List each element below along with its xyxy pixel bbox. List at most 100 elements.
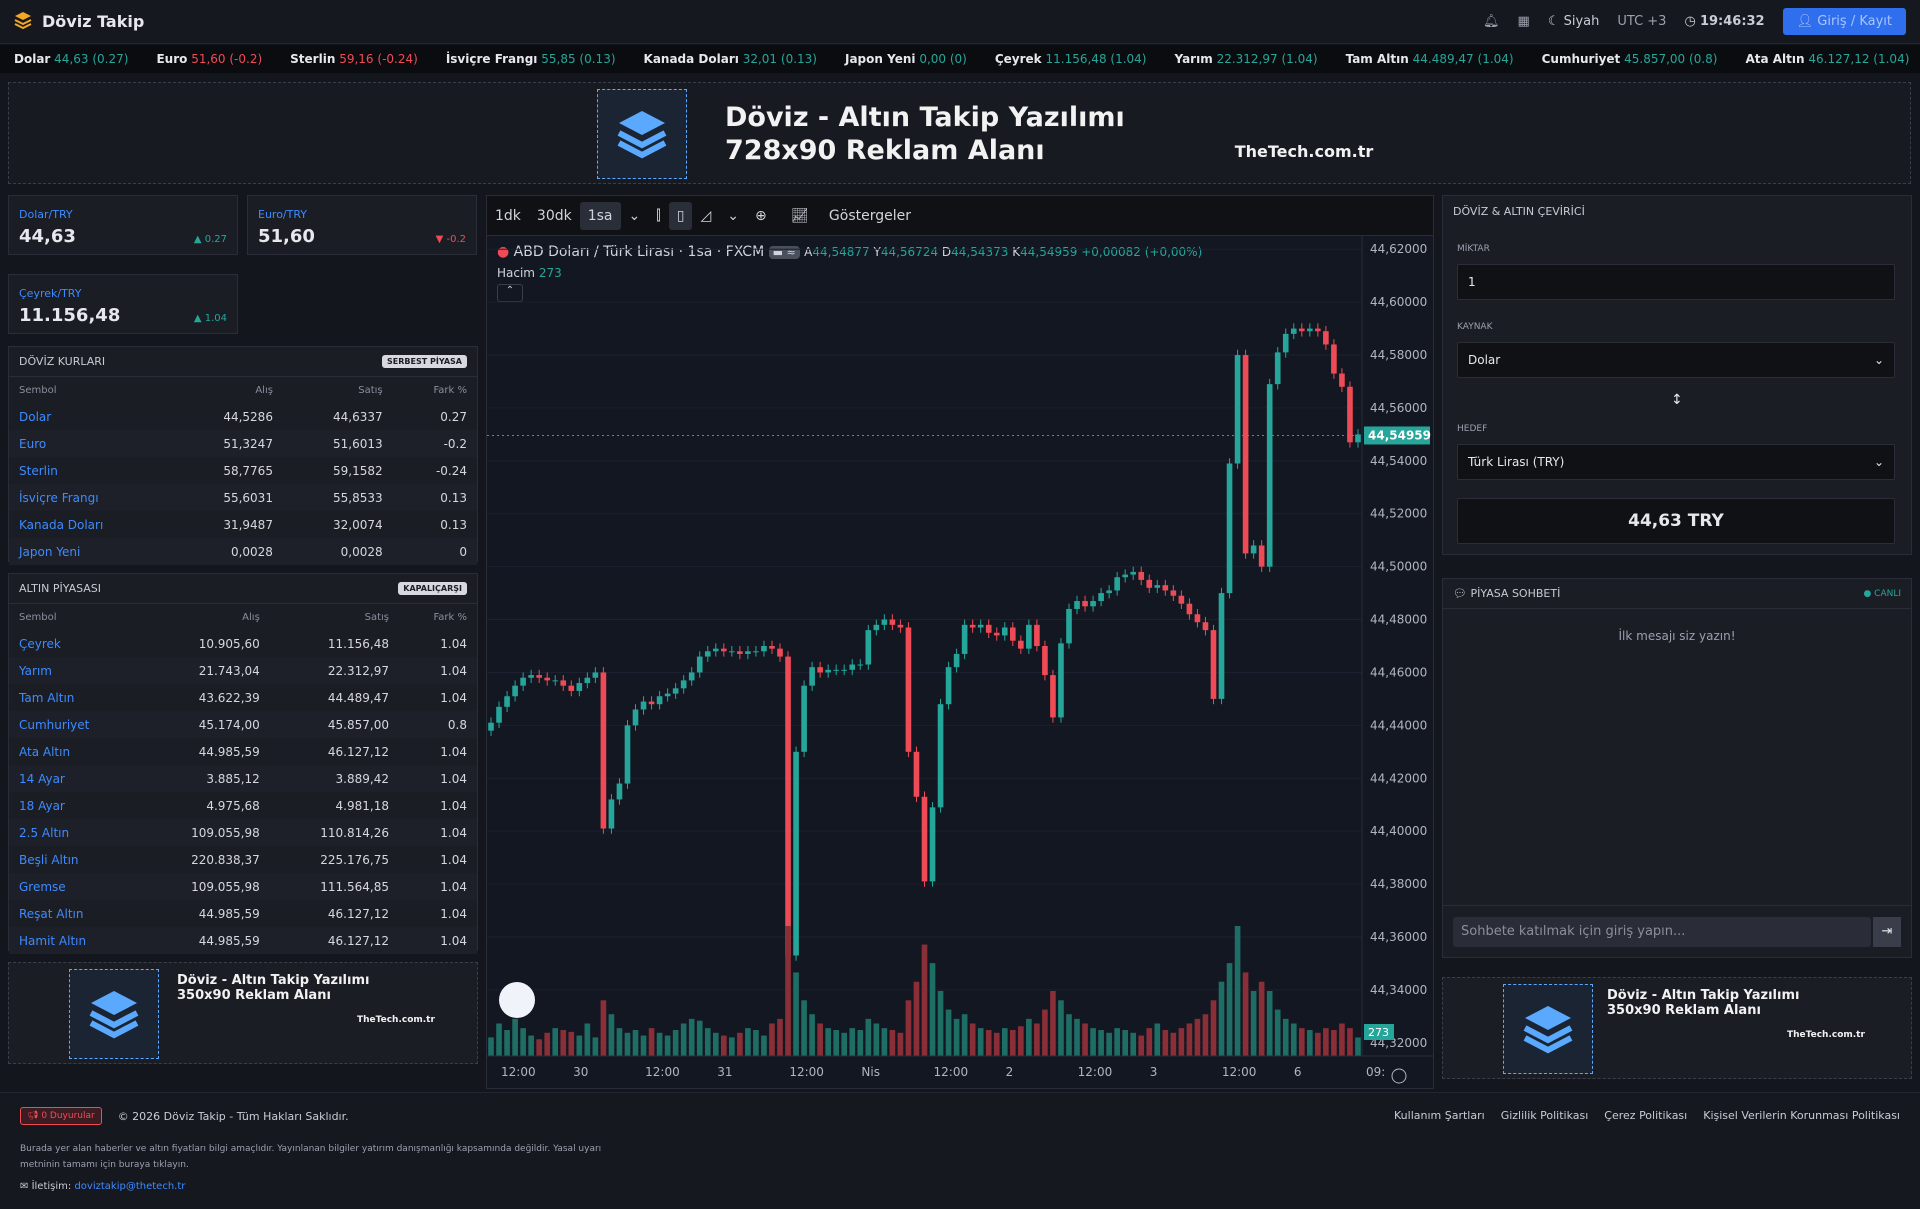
login-arrow-icon[interactable]: ⇥: [1873, 916, 1901, 947]
candle-body: [865, 630, 872, 665]
price-chart-widget[interactable]: 1dk 30dk 1sa ⌄ ⫿ ▯ ◿ ⌄ ⊕ 📈︎ Göstergeler …: [486, 195, 1434, 1089]
ticker-item[interactable]: Euro 51,60 (-0.2): [156, 52, 262, 66]
top-ad-banner[interactable]: Döviz - Altın Takip Yazılımı 728x90 Rekl…: [8, 82, 1911, 184]
tradingview-logo-icon[interactable]: [499, 982, 535, 1018]
contact-email[interactable]: doviztakip@thetech.tr: [74, 1181, 185, 1192]
table-row[interactable]: Beşli Altın 220.838,37 225.176,75 1.04: [9, 846, 477, 873]
disclaimer[interactable]: Burada yer alan haberler ve altın fiyatl…: [20, 1141, 601, 1173]
table-row[interactable]: Yarım 21.743,04 22.312,97 1.04: [9, 657, 477, 684]
right-ad-banner[interactable]: Döviz - Altın Takip Yazılımı 350x90 Rekl…: [1442, 977, 1912, 1079]
login-button[interactable]: 👤︎ Giriş / Kayıt: [1782, 8, 1906, 35]
swap-icon[interactable]: ↕: [1671, 392, 1683, 408]
target-select[interactable]: Türk Lirası (TRY) ⌄: [1457, 444, 1895, 480]
ticker-item[interactable]: Japon Yeni 0,00 (0): [845, 52, 967, 66]
chat-input[interactable]: Sohbete katılmak için giriş yapın...: [1453, 916, 1871, 947]
candle-body: [680, 680, 687, 689]
add-compare-icon[interactable]: ⊕: [747, 208, 775, 224]
ticker-item[interactable]: İsviçre Frangı 55,85 (0.13): [446, 52, 616, 66]
symbol-cell[interactable]: Reşat Altın: [9, 900, 141, 927]
footer-link[interactable]: Kişisel Verilerin Korunması Politikası: [1703, 1109, 1900, 1122]
table-row[interactable]: Cumhuriyet 45.174,00 45.857,00 0.8: [9, 711, 477, 738]
symbol-cell[interactable]: Hamit Altın: [9, 927, 141, 954]
settings-gear-icon[interactable]: [1391, 1068, 1407, 1084]
symbol-cell[interactable]: Yarım: [9, 657, 141, 684]
candle-body: [616, 783, 623, 800]
ad-brand: TheTech.com.tr: [357, 1015, 435, 1025]
chevron-down-icon[interactable]: ⌄: [621, 208, 649, 224]
y-tick-label: 44,40000: [1370, 824, 1427, 838]
table-row[interactable]: Gremse 109.055,98 111.564,85 1.04: [9, 873, 477, 900]
timeframe-1m[interactable]: 1dk: [487, 208, 529, 224]
ticker-item[interactable]: Yarım 22.312,97 (1.04): [1175, 52, 1318, 66]
table-row[interactable]: 2.5 Altın 109.055,98 110.814,26 1.04: [9, 819, 477, 846]
table-row[interactable]: Çeyrek 10.905,60 11.156,48 1.04: [9, 630, 477, 657]
ticker-item[interactable]: Kanada Doları 32,01 (0.13): [644, 52, 817, 66]
candle-style-icon[interactable]: ▯: [668, 201, 693, 230]
table-row[interactable]: Japon Yeni 0,0028 0,0028 0: [9, 538, 477, 565]
x-tick-label: 6: [1294, 1065, 1302, 1079]
volume-bar: [1186, 1023, 1193, 1056]
candle-body: [1186, 603, 1193, 615]
symbol-cell[interactable]: 14 Ayar: [9, 765, 141, 792]
footer-link[interactable]: Çerez Politikası: [1604, 1109, 1687, 1122]
table-row[interactable]: Reşat Altın 44.985,59 46.127,12 1.04: [9, 900, 477, 927]
candle-body: [1090, 601, 1096, 607]
table-row[interactable]: Ata Altın 44.985,59 46.127,12 1.04: [9, 738, 477, 765]
bell-icon[interactable]: 🔔︎: [1483, 14, 1500, 29]
symbol-cell[interactable]: İsviçre Frangı: [9, 484, 174, 511]
volume-bar: [881, 1028, 888, 1056]
ticker-item[interactable]: Cumhuriyet 45.857,00 (0.8): [1542, 52, 1718, 66]
symbol-cell[interactable]: Beşli Altın: [9, 846, 141, 873]
symbol-cell[interactable]: Japon Yeni: [9, 538, 174, 565]
table-row[interactable]: 14 Ayar 3.885,12 3.889,42 1.04: [9, 765, 477, 792]
ticker-item[interactable]: Tam Altın 44.489,47 (1.04): [1346, 52, 1514, 66]
table-row[interactable]: 18 Ayar 4.975,68 4.981,18 1.04: [9, 792, 477, 819]
table-row[interactable]: Kanada Doları 31,9487 32,0074 0.13: [9, 511, 477, 538]
calculator-icon[interactable]: ▦: [1518, 14, 1530, 29]
table-row[interactable]: Euro 51,3247 51,6013 -0.2: [9, 430, 477, 457]
table-row[interactable]: Sterlin 58,7765 59,1582 -0.24: [9, 457, 477, 484]
symbol-cell[interactable]: Ata Altın: [9, 738, 141, 765]
symbol-cell[interactable]: Cumhuriyet: [9, 711, 141, 738]
brand[interactable]: Döviz Takip: [14, 11, 144, 33]
ticker-item[interactable]: Ata Altın 46.127,12 (1.04): [1745, 52, 1909, 66]
table-row[interactable]: İsviçre Frangı 55,6031 55,8533 0.13: [9, 484, 477, 511]
quote-card-ceyrek[interactable]: Çeyrek/TRY 11.156,48 ▲ 1.04: [8, 274, 238, 334]
chevron-down-icon[interactable]: ⌄: [719, 208, 747, 224]
volume-bar: [672, 1030, 679, 1056]
table-row[interactable]: Hamit Altın 44.985,59 46.127,12 1.04: [9, 927, 477, 954]
left-ad-banner[interactable]: Döviz - Altın Takip Yazılımı 350x90 Rekl…: [8, 962, 478, 1064]
candlestick-chart[interactable]: 44,62000 44,60000 44,58000 44,56000 44,54000…: [487, 236, 1433, 1090]
timeframe-30m[interactable]: 30dk: [529, 208, 580, 224]
footer-link[interactable]: Kullanım Şartları: [1394, 1109, 1485, 1122]
indicators-button[interactable]: 📈︎ Göstergeler: [775, 208, 927, 224]
quote-card-eur[interactable]: Euro/TRY 51,60 ▼ -0.2: [247, 195, 477, 255]
source-select[interactable]: Dolar ⌄: [1457, 342, 1895, 378]
y-tick-label: 44,62000: [1370, 242, 1427, 256]
theme-toggle[interactable]: ☾ Siyah: [1548, 14, 1600, 29]
symbol-cell[interactable]: Euro: [9, 430, 174, 457]
amount-label: MİKTAR: [1457, 244, 1490, 254]
symbol-cell[interactable]: Kanada Doları: [9, 511, 173, 538]
symbol-cell[interactable]: Tam Altın: [9, 684, 141, 711]
timeframe-1h[interactable]: 1sa: [579, 201, 621, 230]
table-row[interactable]: Dolar 44,5286 44,6337 0.27: [9, 403, 477, 430]
candle-body: [1146, 579, 1153, 588]
y-tick-label: 44,52000: [1370, 507, 1427, 521]
quote-card-usd[interactable]: Dolar/TRY 44,63 ▲ 0.27: [8, 195, 238, 255]
symbol-cell[interactable]: Sterlin: [9, 457, 173, 484]
ticker-item[interactable]: Çeyrek 11.156,48 (1.04): [995, 52, 1147, 66]
footer-link[interactable]: Gizlilik Politikası: [1501, 1109, 1589, 1122]
symbol-cell[interactable]: Gremse: [9, 873, 141, 900]
ticker-item[interactable]: Dolar 44,63 (0.27): [14, 52, 128, 66]
symbol-cell[interactable]: Çeyrek: [9, 630, 141, 657]
symbol-cell[interactable]: 18 Ayar: [9, 792, 141, 819]
table-row[interactable]: Tam Altın 43.622,39 44.489,47 1.04: [9, 684, 477, 711]
symbol-cell[interactable]: 2.5 Altın: [9, 819, 141, 846]
area-style-icon[interactable]: ◿: [692, 208, 719, 224]
ticker-item[interactable]: Sterlin 59,16 (-0.24): [290, 52, 418, 66]
amount-input[interactable]: 1: [1457, 264, 1895, 300]
symbol-cell[interactable]: Dolar: [9, 403, 173, 430]
announcements-badge[interactable]: 📢︎ 0 Duyurular: [20, 1107, 102, 1125]
bar-style-icon[interactable]: ⫿: [648, 208, 668, 224]
